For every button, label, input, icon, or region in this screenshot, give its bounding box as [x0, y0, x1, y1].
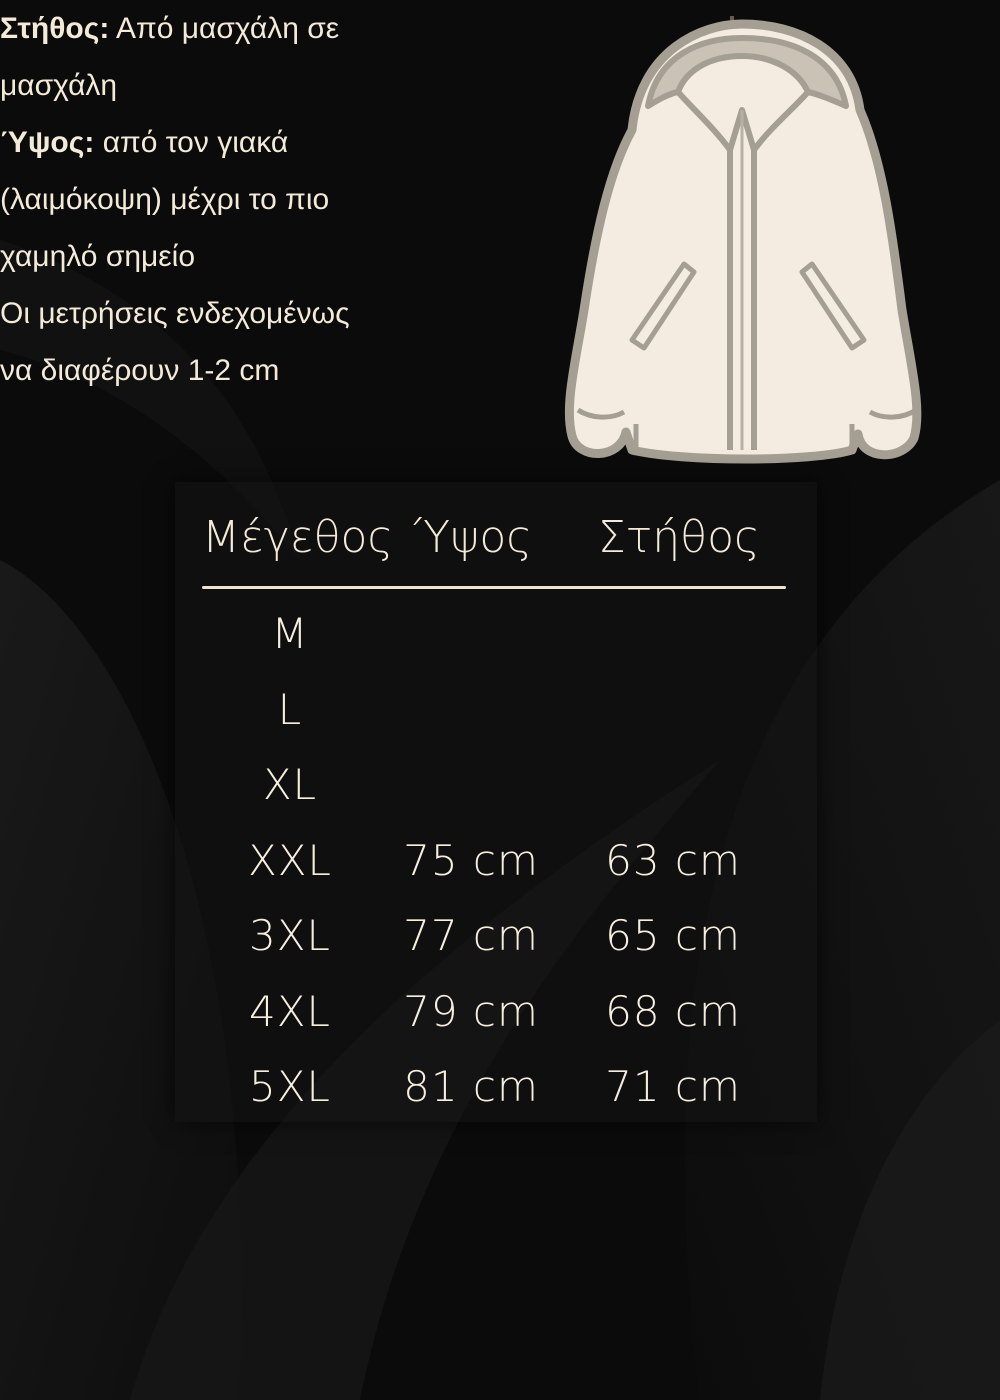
jacket-icon — [564, 16, 922, 464]
height-description: από τον γιακά — [102, 126, 289, 159]
size-cell: 4XL — [249, 987, 331, 1036]
size-cell: 5XL — [249, 1062, 331, 1111]
height-cell: 81 cm — [403, 1062, 539, 1111]
table-row: 5XL 81 cm 71 cm — [0, 1057, 1000, 1117]
size-cell: XXL — [248, 836, 332, 885]
header-size: Μέγεθος — [202, 512, 394, 563]
size-cell: 3XL — [249, 911, 331, 960]
header-chest: Στήθος — [598, 512, 760, 563]
size-cell: XL — [262, 760, 318, 809]
height-label: Ύψος: — [0, 126, 95, 159]
chest-cell: 65 cm — [605, 911, 741, 960]
size-cell: L — [277, 685, 303, 734]
height-cell: 75 cm — [403, 836, 539, 885]
table-row: L — [0, 680, 1000, 740]
height-description-cont: (λαιμόκοψη) μέχρι το πιο — [0, 183, 330, 216]
table-row: XL — [0, 755, 1000, 815]
tolerance-note-cont: να διαφέρουν 1-2 cm — [0, 354, 280, 387]
chest-cell: 71 cm — [605, 1062, 741, 1111]
header-divider — [202, 586, 786, 589]
chest-description-cont: μασχάλη — [0, 69, 118, 102]
chest-label: Στήθος: — [0, 12, 110, 45]
table-row: 4XL 79 cm 68 cm — [0, 982, 1000, 1042]
size-cell: M — [271, 609, 309, 658]
table-row: XXL 75 cm 63 cm — [0, 831, 1000, 891]
chest-description: Από μασχάλη σε — [116, 12, 340, 45]
height-cell: 77 cm — [403, 911, 539, 960]
height-description-end: χαμηλό σημείο — [0, 240, 196, 273]
header-height: Ύψος — [414, 512, 533, 563]
height-cell: 79 cm — [403, 987, 539, 1036]
chest-cell: 63 cm — [605, 836, 741, 885]
table-row: M — [0, 604, 1000, 664]
chest-cell: 68 cm — [605, 987, 741, 1036]
tolerance-note: Οι μετρήσεις ενδεχομένως — [0, 297, 350, 330]
table-row: 3XL 77 cm 65 cm — [0, 906, 1000, 966]
measurement-notes: Στήθος: Από μασχάλη σε μασχάλη Ύψος: από… — [0, 0, 420, 399]
